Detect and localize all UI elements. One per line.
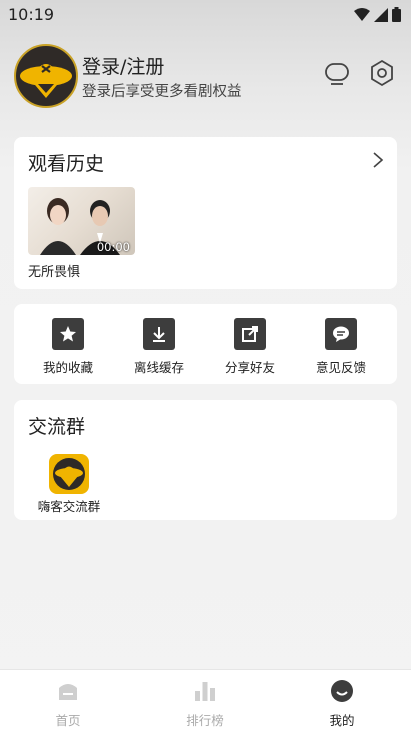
wifi-icon: [354, 7, 370, 21]
offline-cache-label: 离线缓存: [133, 360, 184, 375]
bottom-tab-bar: 首页 排行榜 我的: [0, 669, 411, 731]
hacker-group-label: 嗨客交流群: [37, 499, 101, 514]
profile-header: 登录/注册 登录后享受更多看剧权益: [14, 44, 397, 108]
history-item-title[interactable]: 无所畏惧: [28, 261, 80, 280]
quick-actions-card: 我的收藏 离线缓存 分享好友 意见反馈: [14, 304, 397, 384]
login-register-link[interactable]: 登录/注册: [82, 52, 164, 79]
watch-history-card: 观看历史 00:00 无所畏惧: [14, 137, 397, 289]
download-icon: [143, 318, 175, 350]
share-icon: [234, 318, 266, 350]
status-time: 10:19: [8, 5, 55, 24]
share-label: 分享好友: [224, 360, 275, 375]
hacker-group-logo-icon: [49, 454, 89, 494]
history-title: 观看历史: [28, 153, 105, 175]
tv-button[interactable]: [322, 58, 352, 88]
feedback-label: 意见反馈: [315, 360, 366, 375]
hacker-group-item[interactable]: 嗨客交流群: [34, 454, 104, 515]
login-subtitle: 登录后享受更多看剧权益: [82, 84, 242, 100]
tab-ranking-label: 排行榜: [186, 713, 224, 728]
chevron-right-icon: [373, 152, 384, 168]
favorites-label: 我的收藏: [42, 360, 93, 375]
feedback-icon: [325, 318, 357, 350]
battery-icon: [392, 7, 401, 22]
tab-profile[interactable]: 我的: [302, 678, 382, 729]
profile-icon: [331, 680, 353, 702]
tab-profile-label: 我的: [329, 713, 355, 728]
offline-cache-button[interactable]: 离线缓存: [119, 318, 199, 376]
community-group-card: 交流群 嗨客交流群: [14, 400, 397, 520]
tab-ranking[interactable]: 排行榜: [165, 678, 245, 729]
status-bar: 10:19: [0, 0, 411, 30]
ranking-icon: [195, 682, 215, 701]
favorites-button[interactable]: 我的收藏: [28, 318, 108, 376]
history-thumbnail[interactable]: 00:00: [28, 187, 135, 255]
home-icon: [59, 684, 77, 700]
group-title: 交流群: [28, 416, 86, 438]
settings-hex-icon: [371, 59, 393, 87]
tab-home[interactable]: 首页: [28, 678, 108, 729]
history-progress-time: 00:00: [96, 240, 130, 254]
feedback-button[interactable]: 意见反馈: [301, 318, 381, 376]
status-icons: [354, 7, 401, 22]
signal-icon: [374, 7, 388, 22]
avatar[interactable]: [14, 44, 78, 108]
settings-button[interactable]: [367, 58, 397, 88]
star-icon: [52, 318, 84, 350]
share-button[interactable]: 分享好友: [210, 318, 290, 376]
tab-home-label: 首页: [55, 713, 81, 728]
tv-icon: [325, 63, 349, 85]
history-more-button[interactable]: [371, 151, 385, 173]
hacker-logo-icon: [20, 64, 72, 98]
